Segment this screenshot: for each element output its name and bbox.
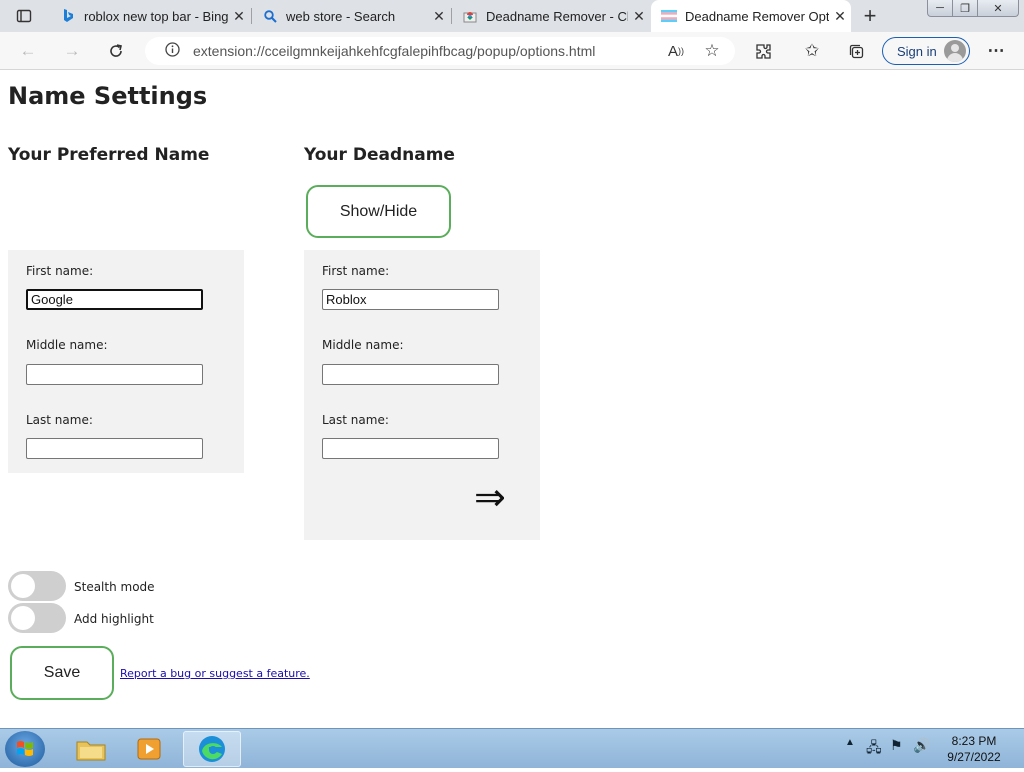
clock-time: 8:23 PM <box>951 734 997 748</box>
extensions-icon[interactable] <box>751 39 775 63</box>
stealth-mode-toggle[interactable] <box>8 571 66 601</box>
close-tab-icon[interactable]: ✕ <box>829 8 851 25</box>
tab-actions-icon[interactable] <box>12 4 36 28</box>
deadname-panel: First name: Middle name: Last name: ⇒ <box>304 250 540 540</box>
close-tab-icon[interactable]: ✕ <box>228 8 250 25</box>
url-text: extension://cceilgmnkeijahkehfcgfalepihf… <box>193 43 596 59</box>
deadname-middle-name-input[interactable] <box>322 364 499 385</box>
add-highlight-label: Add highlight <box>74 612 154 626</box>
sign-in-label: Sign in <box>897 43 937 59</box>
preferred-first-name-label: First name: <box>26 264 94 278</box>
new-tab-icon[interactable]: + <box>858 3 882 28</box>
replace-arrow-icon: ⇒ <box>474 475 506 519</box>
folder-icon <box>76 741 106 761</box>
deadname-last-name-label: Last name: <box>322 413 389 427</box>
preferred-name-panel: First name: Middle name: Last name: <box>8 250 244 473</box>
windows-logo-icon <box>17 741 33 756</box>
start-button[interactable] <box>5 731 45 767</box>
file-explorer-button[interactable] <box>62 731 120 767</box>
search-icon <box>262 8 278 24</box>
read-aloud-icon[interactable]: A)) <box>664 39 688 63</box>
site-info-icon[interactable] <box>157 42 187 60</box>
chrome-store-icon <box>462 8 478 24</box>
close-window-icon[interactable]: ✕ <box>977 0 1019 17</box>
sign-in-button[interactable]: Sign in <box>882 37 970 65</box>
close-tab-icon[interactable]: ✕ <box>428 8 450 25</box>
preferred-name-heading: Your Preferred Name <box>8 145 210 165</box>
tray-expand-icon[interactable]: ▲ <box>845 737 855 748</box>
avatar-icon <box>944 40 966 62</box>
collections-icon[interactable] <box>844 39 868 63</box>
media-player-icon <box>137 738 161 760</box>
tab-title: Deadname Remover - Ch <box>486 8 628 24</box>
page-title: Name Settings <box>8 82 208 110</box>
forward-icon[interactable]: → <box>60 39 84 63</box>
close-tab-icon[interactable]: ✕ <box>628 8 650 25</box>
windows-taskbar: ▲ 🖧 ⚑ 🔊 8:23 PM 9/27/2022 <box>0 728 1024 768</box>
favorites-icon[interactable]: ✩ <box>800 39 824 63</box>
tab-deadname-remover-options[interactable]: Deadname Remover Opti ✕ <box>651 0 851 32</box>
add-favorite-icon[interactable]: ☆ <box>700 39 724 63</box>
add-highlight-toggle[interactable] <box>8 603 66 633</box>
system-clock[interactable]: 8:23 PM 9/27/2022 <box>940 733 1008 765</box>
tab-bing[interactable]: roblox new top bar - Bing ✕ <box>50 0 250 32</box>
minimize-icon[interactable]: ─ <box>927 0 953 17</box>
edge-icon <box>199 736 225 762</box>
toggle-knob <box>11 574 35 598</box>
deadname-heading: Your Deadname <box>304 145 455 165</box>
browser-toolbar: ← → extension://cceilgmnkeijahkehfcgfale… <box>0 32 1024 70</box>
preferred-middle-name-input[interactable] <box>26 364 203 385</box>
tab-title: web store - Search <box>286 8 396 24</box>
restore-icon[interactable]: ❐ <box>952 0 978 17</box>
deadname-middle-name-label: Middle name: <box>322 338 404 352</box>
tab-title: roblox new top bar - Bing <box>84 8 228 24</box>
media-player-button[interactable] <box>120 731 178 767</box>
toggle-knob <box>11 606 35 630</box>
trans-flag-icon <box>661 8 677 24</box>
more-options-icon[interactable]: ⋯ <box>984 39 1008 63</box>
address-bar[interactable]: extension://cceilgmnkeijahkehfcgfalepihf… <box>145 37 735 65</box>
report-bug-link[interactable]: Report a bug or suggest a feature. <box>120 667 310 680</box>
volume-icon[interactable]: 🔊 <box>913 737 930 754</box>
network-icon[interactable]: 🖧 <box>866 737 882 761</box>
preferred-middle-name-label: Middle name: <box>26 338 108 352</box>
preferred-last-name-label: Last name: <box>26 413 93 427</box>
bing-icon <box>60 8 76 24</box>
tab-deadname-remover-store[interactable]: Deadname Remover - Ch ✕ <box>452 0 650 32</box>
options-page: Name Settings Your Preferred Name Your D… <box>0 71 1024 728</box>
stealth-mode-label: Stealth mode <box>74 580 155 594</box>
back-icon[interactable]: ← <box>16 39 40 63</box>
save-button[interactable]: Save <box>10 646 114 700</box>
clock-date: 9/27/2022 <box>947 750 1001 764</box>
preferred-first-name-input[interactable] <box>26 289 203 310</box>
show-hide-button[interactable]: Show/Hide <box>306 185 451 238</box>
deadname-last-name-input[interactable] <box>322 438 499 459</box>
deadname-first-name-label: First name: <box>322 264 390 278</box>
edge-taskbar-button[interactable] <box>183 731 241 767</box>
tab-strip: roblox new top bar - Bing ✕ web store - … <box>0 0 1024 32</box>
tab-title: Deadname Remover Opti <box>685 8 829 24</box>
preferred-last-name-input[interactable] <box>26 438 203 459</box>
deadname-first-name-input[interactable] <box>322 289 499 310</box>
refresh-icon[interactable] <box>104 39 128 63</box>
tab-web-store-search[interactable]: web store - Search ✕ <box>252 0 450 32</box>
action-center-flag-icon[interactable]: ⚑ <box>890 737 903 754</box>
